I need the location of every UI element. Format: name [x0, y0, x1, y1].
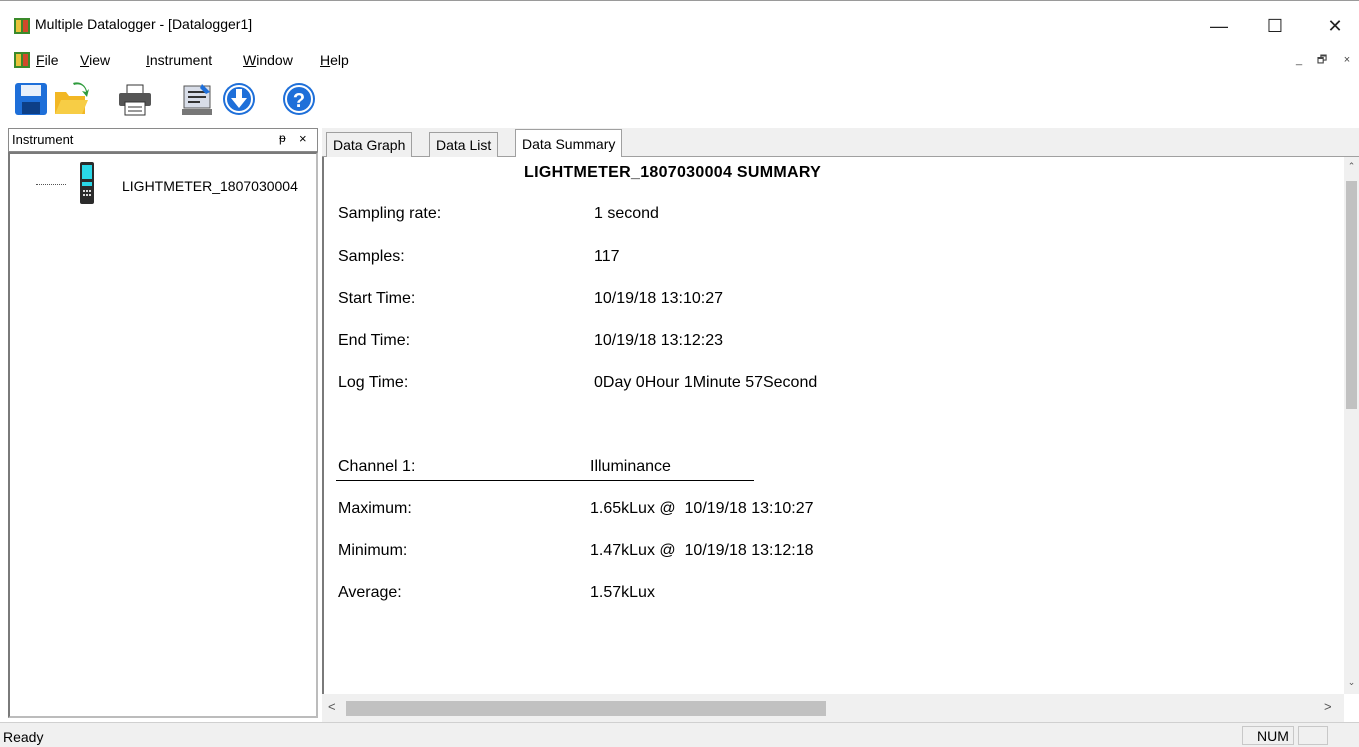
horizontal-scroll-thumb[interactable]	[346, 701, 826, 716]
sampling-rate-value: 1 second	[594, 205, 659, 222]
channel-value: Illuminance	[590, 458, 671, 475]
samples-label: Samples:	[338, 248, 405, 265]
menu-window[interactable]: Window	[243, 52, 293, 68]
menu-bar: File View Instrument Window Help _ 🗗 ×	[0, 46, 1359, 74]
log-time-label: Log Time:	[338, 374, 409, 391]
start-time-label: Start Time:	[338, 290, 416, 307]
tree-connector	[36, 184, 66, 185]
scroll-left-arrow-icon[interactable]: <	[328, 699, 336, 714]
average-label: Average:	[338, 584, 402, 601]
settings-icon[interactable]	[178, 80, 216, 118]
maximum-label: Maximum:	[338, 500, 412, 517]
mdi-close-button[interactable]: ×	[1340, 53, 1354, 67]
pin-icon[interactable]: ᵽ	[279, 131, 286, 145]
scroll-down-arrow-icon[interactable]: ⌄	[1344, 677, 1359, 694]
menu-instrument[interactable]: Instrument	[146, 52, 212, 68]
print-icon[interactable]	[116, 80, 154, 118]
open-folder-icon[interactable]	[52, 80, 90, 118]
mdi-restore-button[interactable]: 🗗	[1315, 53, 1329, 67]
toolbar: ?	[0, 76, 1359, 122]
document-icon[interactable]	[14, 52, 30, 68]
sampling-rate-label: Sampling rate:	[338, 205, 442, 222]
svg-text:?: ?	[293, 90, 305, 112]
tab-data-summary[interactable]: Data Summary	[515, 129, 623, 158]
menu-file[interactable]: File	[36, 52, 59, 68]
num-lock-indicator: NUM	[1242, 726, 1294, 745]
status-bar: Ready NUM	[0, 722, 1359, 747]
title-bar: Multiple Datalogger - [Datalogger1] — ☐ …	[0, 0, 1359, 46]
log-time-value: 0Day 0Hour 1Minute 57Second	[594, 374, 818, 391]
lightmeter-device-icon	[80, 162, 94, 204]
status-text: Ready	[3, 729, 44, 745]
instrument-panel-title: Instrument	[12, 132, 74, 147]
tree-item-lightmeter[interactable]: LIGHTMETER_1807030004	[32, 162, 312, 204]
channel-label: Channel 1:	[338, 458, 416, 475]
maximize-button[interactable]: ☐	[1252, 9, 1298, 43]
help-icon[interactable]: ?	[280, 80, 318, 118]
maximum-value: 1.65kLux @ 10/19/18 13:10:27	[590, 500, 814, 517]
minimum-label: Minimum:	[338, 542, 408, 559]
menu-view[interactable]: View	[80, 52, 110, 68]
panel-close-icon[interactable]: ×	[299, 131, 307, 146]
samples-value: 117	[594, 248, 620, 265]
instrument-panel-header: Instrument ᵽ ×	[8, 128, 318, 152]
status-pane	[1298, 726, 1328, 745]
summary-content: LIGHTMETER_1807030004 SUMMARY Sampling r…	[322, 157, 1344, 694]
end-time-label: End Time:	[338, 332, 411, 349]
tree-item-label: LIGHTMETER_1807030004	[122, 178, 298, 194]
minimize-button[interactable]: —	[1196, 9, 1242, 43]
tab-data-graph[interactable]: Data Graph	[326, 132, 413, 157]
start-time-value: 10/19/18 13:10:27	[594, 290, 724, 307]
scroll-up-arrow-icon[interactable]: ⌃	[1344, 161, 1359, 178]
vertical-scroll-thumb[interactable]	[1346, 181, 1357, 409]
app-icon	[14, 18, 30, 34]
end-time-value: 10/19/18 13:12:23	[594, 332, 724, 349]
average-value: 1.57kLux	[590, 584, 655, 601]
tab-data-list[interactable]: Data List	[429, 132, 499, 157]
horizontal-scrollbar[interactable]: < >	[322, 694, 1344, 722]
menu-help[interactable]: Help	[320, 52, 349, 68]
mdi-minimize-button[interactable]: _	[1292, 53, 1306, 67]
summary-title: LIGHTMETER_1807030004 SUMMARY	[524, 164, 822, 181]
close-button[interactable]: ✕	[1312, 9, 1358, 43]
scroll-right-arrow-icon[interactable]: >	[1324, 699, 1332, 714]
tab-strip: Data Graph Data List Data Summary	[322, 128, 1359, 158]
instrument-tree: LIGHTMETER_1807030004	[8, 152, 318, 718]
download-icon[interactable]	[220, 80, 258, 118]
vertical-scrollbar[interactable]: ⌃ ⌄	[1344, 157, 1359, 694]
channel-divider	[336, 480, 754, 481]
window-title: Multiple Datalogger - [Datalogger1]	[35, 16, 253, 32]
save-icon[interactable]	[12, 80, 50, 118]
minimum-value: 1.47kLux @ 10/19/18 13:12:18	[590, 542, 814, 559]
